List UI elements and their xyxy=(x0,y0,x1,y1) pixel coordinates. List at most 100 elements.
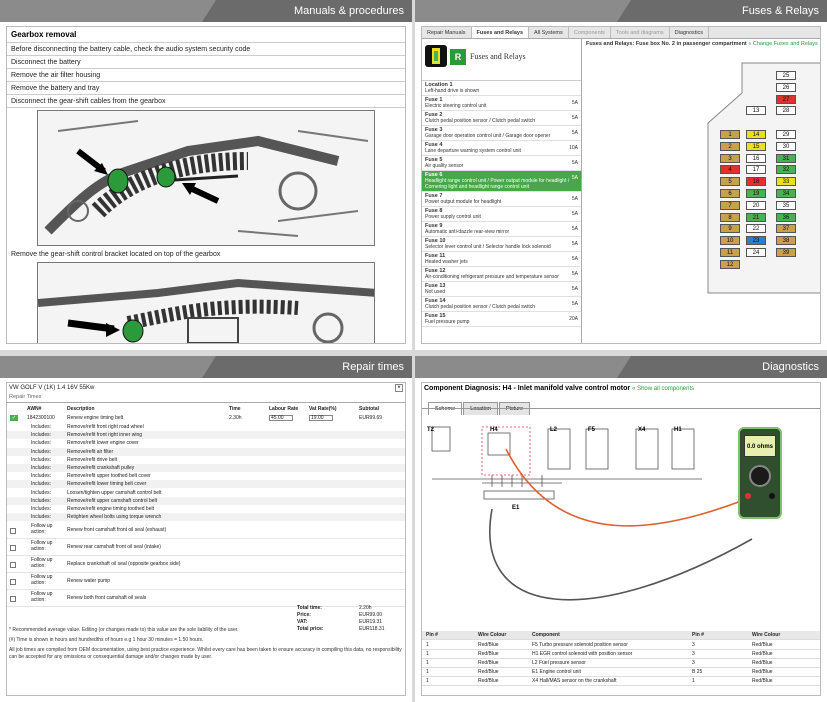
followup-checkbox[interactable] xyxy=(10,596,16,602)
include-desc: Remove/refit upper camshaft control belt xyxy=(67,497,158,504)
tab-diagnostics[interactable]: Diagnostics xyxy=(670,27,710,38)
fuse-slot[interactable]: 6 xyxy=(720,189,740,198)
fuse-rows: Location 1 Left-hand drive is shown Fuse 1… xyxy=(422,81,581,327)
table-row: ✓ 1842300100 Renew engine timing belt 2.… xyxy=(7,414,405,422)
tab-all-systems[interactable]: All Systems xyxy=(529,27,569,38)
vat-rate-input[interactable]: 19.00 xyxy=(309,415,333,421)
fuse-list-item[interactable]: Fuse 7 Power output module for headlight 5… xyxy=(422,192,581,207)
fuse-slot[interactable]: 16 xyxy=(746,153,766,163)
fuse-slot[interactable]: 3 xyxy=(720,153,740,163)
show-all-link[interactable]: « Show all components xyxy=(632,386,694,392)
fuse-slot[interactable]: 17 xyxy=(746,165,766,175)
table-row[interactable]: 1 Red/Blue L2 Fuel pressure sensor 3 Red/Blu… xyxy=(422,659,820,668)
fuse-slot[interactable]: 23 xyxy=(746,236,766,246)
fuse-slot[interactable]: 24 xyxy=(746,248,766,257)
meter-dial-icon[interactable] xyxy=(749,465,771,487)
fuse-list-item[interactable]: Fuse 15 Fuel pressure pump 20A xyxy=(422,312,581,327)
fuse-slot[interactable]: 25 xyxy=(776,71,796,80)
fuse-slot[interactable]: 19 xyxy=(746,189,766,198)
fuse-slot[interactable]: 31 xyxy=(776,153,796,163)
followup-checkbox[interactable] xyxy=(10,579,16,585)
fuse-slot[interactable]: 32 xyxy=(776,165,796,175)
multimeter: 0.0 ohms xyxy=(738,427,782,519)
table-row[interactable]: 1 Red/Blue E1 Engine control unit B 25 Red/B… xyxy=(422,668,820,677)
col-component: Component xyxy=(532,632,560,638)
main-num: 1842300100 xyxy=(27,415,55,421)
followup-checkbox[interactable] xyxy=(10,528,16,534)
col-awn: AWN# xyxy=(27,406,42,412)
fuse-slot[interactable]: 29 xyxy=(776,130,796,139)
fuse-list-item[interactable]: Fuse 6 Headlight range control unit / Pow… xyxy=(422,171,581,192)
labour-rate-input[interactable]: 45.00 xyxy=(269,415,293,421)
cell-wire-colour: Red/Blue xyxy=(478,660,499,666)
fuse-list-item[interactable]: Fuse 13 Not used 5A xyxy=(422,282,581,297)
fuse-list-item[interactable]: Fuse 12 Air-conditioning refrigerant pres… xyxy=(422,267,581,282)
table-row: Includes: Remove/refit upper camshaft con… xyxy=(7,496,405,505)
fuse-list-item[interactable]: Fuse 9 Automatic anti-dazzle rear-view mi… xyxy=(422,222,581,237)
fuse-slot[interactable]: 37 xyxy=(776,224,796,234)
tab-components[interactable]: Components xyxy=(569,27,611,38)
fuse-list-item[interactable]: Fuse 14 Clutch pedal position sensor / Cl… xyxy=(422,297,581,312)
fuse-list-item[interactable]: Fuse 8 Power supply control unit 5A xyxy=(422,207,581,222)
fuse-slot[interactable]: 10 xyxy=(720,236,740,246)
fuse-slot[interactable]: 39 xyxy=(776,248,796,257)
fuse-slot[interactable]: 15 xyxy=(746,141,766,151)
fuse-list-item[interactable]: Fuse 1 Electric steering control unit 5A xyxy=(422,96,581,111)
fuse-slot[interactable]: 33 xyxy=(776,177,796,187)
fuse-list-item[interactable]: Fuse 11 Heated washer jets 5A xyxy=(422,252,581,267)
fuse-list-item[interactable]: Fuse 3 Garage door operation control unit… xyxy=(422,126,581,141)
followup-checkbox[interactable] xyxy=(10,562,16,568)
fuse-slot[interactable]: 5 xyxy=(720,177,740,187)
fuse-desc: Not used xyxy=(425,289,446,295)
tab-fuses-relays[interactable]: Fuses and Relays xyxy=(471,27,529,38)
fuse-slot[interactable]: 21 xyxy=(746,212,766,222)
fuse-slot[interactable]: 20 xyxy=(746,200,766,210)
table-row[interactable]: 1 Red/Blue F5 Turbo pressure solenoid posi… xyxy=(422,641,820,650)
fuse-slot[interactable]: 35 xyxy=(776,200,796,210)
fuse-slot[interactable]: 4 xyxy=(720,165,740,175)
fuse-slot[interactable]: 11 xyxy=(720,248,740,257)
fuse-slot[interactable]: 27 xyxy=(776,94,796,104)
fuse-list-item[interactable]: Fuse 2 Clutch pedal position sensor / Clu… xyxy=(422,111,581,126)
table-row[interactable]: 1 Red/Blue H1 EGR control solenoid with po… xyxy=(422,650,820,659)
fuse-amp: 5A xyxy=(571,226,578,232)
followup-checkbox[interactable] xyxy=(10,545,16,551)
checked-checkbox[interactable]: ✓ xyxy=(10,415,18,421)
tab-tools-diagrams[interactable]: Tools and diagrams xyxy=(611,27,670,38)
probe-black-icon xyxy=(769,493,775,499)
fuse-slot[interactable]: 7 xyxy=(720,200,740,210)
col-subtotal: Subtotal xyxy=(359,406,379,412)
fuses-title: Fuses & Relays xyxy=(741,5,819,17)
tab-repair-manuals[interactable]: Repair Manuals xyxy=(422,27,472,38)
fuse-slot[interactable]: 26 xyxy=(776,82,796,92)
table-row[interactable]: 1 Red/Blue X4 Hall/MAS sensor on the crank… xyxy=(422,677,820,686)
fuse-list-item[interactable]: Fuse 10 Selector lever control unit / Sel… xyxy=(422,237,581,252)
change-fuses-link[interactable]: « Change Fuses and Relays xyxy=(748,41,817,47)
fuse-slot[interactable]: 8 xyxy=(720,212,740,222)
fuse-slot[interactable]: 2 xyxy=(720,141,740,151)
fuse-slot[interactable]: 18 xyxy=(746,177,766,187)
fuse-slot[interactable]: 36 xyxy=(776,212,796,222)
fuse-slot[interactable]: 22 xyxy=(746,224,766,234)
diag-title: Diagnostics xyxy=(762,361,819,373)
fuse-slot[interactable]: 9 xyxy=(720,224,740,234)
total-label: Total time: xyxy=(297,605,322,611)
fuse-list-item[interactable]: Location 1 Left-hand drive is shown xyxy=(422,81,581,96)
section-title: Gearbox removal xyxy=(7,27,405,43)
fuse-slot[interactable]: 14 xyxy=(746,130,766,139)
fuse-list-item[interactable]: Fuse 4 Lane departure warning system cont… xyxy=(422,141,581,156)
fuse-slot[interactable]: 30 xyxy=(776,141,796,151)
fuse-slot[interactable]: 34 xyxy=(776,189,796,198)
fuse-list-item[interactable]: Fuse 5 Air quality sensor 5A xyxy=(422,156,581,171)
cell-wire-colour: Red/Blue xyxy=(752,642,773,648)
fuse-slot[interactable]: 13 xyxy=(746,106,766,116)
fuse-slot[interactable]: 12 xyxy=(720,259,740,269)
fuse-slot[interactable]: 38 xyxy=(776,236,796,246)
close-icon[interactable]: × xyxy=(395,384,403,392)
fuse-slot[interactable]: 28 xyxy=(776,106,796,116)
table-row: Includes: Remove/refit air filter xyxy=(7,447,405,456)
fuses-header: Fuses & Relays xyxy=(415,0,827,22)
fuse-slot[interactable]: 1 xyxy=(720,130,740,139)
step-item: Before disconnecting the battery cable, … xyxy=(7,43,405,56)
cell-wire-colour: Red/Blue xyxy=(752,660,773,666)
